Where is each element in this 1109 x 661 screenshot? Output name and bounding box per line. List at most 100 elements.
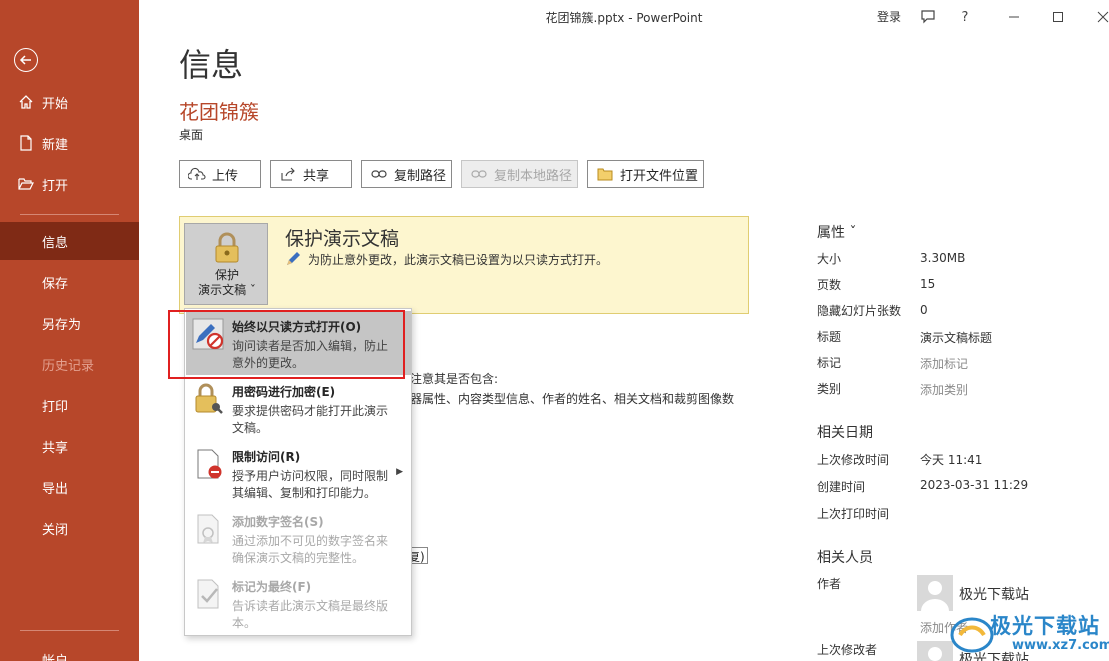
properties-heading[interactable]: 属性 ˇ — [817, 222, 856, 242]
sidebar-item-label: 历史记录 — [42, 358, 95, 374]
sidebar-item-open[interactable]: 打开 — [0, 165, 139, 203]
menu-item-desc: 文稿。 — [232, 421, 269, 435]
protect-description: 为防止意外更改，此演示文稿已设置为以只读方式打开。 — [308, 253, 609, 267]
prop-value: 0 — [920, 303, 928, 317]
menu-item-desc: 通过添加不可见的数字签名来 — [232, 534, 389, 548]
menu-item-restrict-access[interactable]: 限制访问(R) 授予用户访问权限，同时限制 其编辑、复制和打印能力。 ▶ — [186, 441, 411, 505]
avatar — [917, 575, 953, 611]
lock-icon — [215, 232, 239, 263]
sidebar-item-label: 导出 — [42, 481, 69, 497]
prop-key: 页数 — [817, 278, 842, 292]
share-icon — [279, 166, 297, 182]
file-location: 桌面 — [179, 128, 204, 142]
copy-local-path-label: 复制本地路径 — [494, 168, 573, 184]
edit-pen-icon — [287, 252, 300, 265]
title-bar: 花团锦簇.pptx - PowerPoint 登录 ? — [139, 0, 1109, 34]
folder-open-icon — [18, 178, 34, 190]
last-modified-by-label: 上次修改者 — [817, 643, 878, 657]
prop-title-value[interactable]: 演示文稿标题 — [920, 329, 992, 346]
highlight-annotation-box — [168, 310, 405, 379]
home-icon — [19, 95, 33, 109]
sidebar-item-save-as[interactable]: 另存为 — [0, 304, 139, 342]
author-name[interactable]: 极光下载站 — [959, 584, 1029, 604]
date-key: 创建时间 — [817, 480, 866, 494]
folder-icon — [596, 166, 614, 182]
open-file-location-button[interactable]: 打开文件位置 — [587, 160, 704, 188]
lock-key-icon — [195, 383, 223, 414]
sidebar-divider — [20, 630, 119, 631]
backstage-sidebar: 开始 新建 打开 信息 保存 另存为 历史记录 打印 共享 导出 关闭 帐户 — [0, 0, 139, 661]
upload-button[interactable]: 上传 — [179, 160, 261, 188]
prop-value: 3.30MB — [920, 251, 966, 265]
sidebar-item-label: 新建 — [42, 137, 69, 153]
sidebar-item-info[interactable]: 信息 — [0, 222, 139, 260]
help-button[interactable]: ? — [955, 7, 975, 27]
sidebar-item-home[interactable]: 开始 — [0, 83, 139, 121]
prop-key: 隐藏幻灯片张数 — [817, 304, 902, 318]
minimize-icon[interactable] — [1004, 7, 1024, 27]
copy-path-label: 复制路径 — [394, 168, 447, 184]
back-arrow-icon — [19, 55, 31, 65]
close-icon[interactable] — [1093, 7, 1109, 27]
watermark-text: 极光下载站 — [990, 614, 1100, 638]
inspect-text-line2: 器属性、内容类型信息、作者的姓名、相关文档和裁剪图像数 — [410, 392, 735, 406]
menu-item-desc: 告诉读者此演示文稿是最终版 — [232, 599, 389, 613]
upload-label: 上传 — [212, 168, 239, 184]
menu-item-desc: 其编辑、复制和打印能力。 — [232, 486, 377, 500]
maximize-icon[interactable] — [1048, 7, 1068, 27]
user-avatar-icon — [921, 581, 949, 611]
add-tag-field[interactable]: 添加标记 — [920, 355, 968, 372]
prop-key: 标题 — [817, 330, 842, 344]
protect-presentation-button[interactable]: 保护 演示文稿 ˇ — [184, 223, 268, 305]
menu-item-encrypt-with-password[interactable]: 用密码进行加密(E) 要求提供密码才能打开此演示 文稿。 — [186, 376, 411, 440]
feedback-icon[interactable] — [918, 7, 938, 27]
menu-item-add-digital-signature[interactable]: 添加数字签名(S) 通过添加不可见的数字签名来 确保演示文稿的完整性。 — [186, 506, 411, 570]
cloud-upload-icon — [188, 166, 206, 182]
menu-item-mark-as-final[interactable]: 标记为最终(F) 告诉读者此演示文稿是最终版 本。 — [186, 571, 411, 635]
page-title: 信息 — [179, 46, 244, 84]
share-button[interactable]: 共享 — [270, 160, 352, 188]
date-value: 今天 11:41 — [920, 453, 983, 467]
related-people-heading: 相关人员 — [817, 550, 873, 566]
sidebar-item-label: 共享 — [42, 440, 69, 456]
sidebar-item-label: 开始 — [42, 96, 69, 112]
sidebar-item-label: 打印 — [42, 399, 69, 415]
sidebar-item-new[interactable]: 新建 — [0, 124, 139, 162]
menu-item-desc: 确保演示文稿的完整性。 — [232, 551, 365, 565]
sidebar-item-save[interactable]: 保存 — [0, 263, 139, 301]
submenu-arrow-icon: ▶ — [396, 467, 403, 477]
menu-item-title: 用密码进行加密(E) — [232, 385, 336, 399]
menu-item-desc: 要求提供密码才能打开此演示 — [232, 404, 389, 418]
date-key: 上次打印时间 — [817, 507, 890, 521]
login-link[interactable]: 登录 — [877, 8, 901, 25]
sidebar-item-share[interactable]: 共享 — [0, 427, 139, 465]
copy-local-path-button[interactable]: 复制本地路径 — [461, 160, 578, 188]
sidebar-item-print[interactable]: 打印 — [0, 386, 139, 424]
inspect-text-line1: 注意其是否包含: — [410, 372, 499, 386]
add-category-field[interactable]: 添加类别 — [920, 381, 968, 398]
protect-button-label-line2: 演示文稿 ˇ — [198, 283, 256, 297]
menu-item-title: 添加数字签名(S) — [232, 515, 324, 529]
prop-key: 标记 — [817, 356, 842, 370]
date-key: 上次修改时间 — [817, 453, 890, 467]
protect-heading: 保护演示文稿 — [285, 228, 400, 250]
related-dates-heading: 相关日期 — [817, 425, 873, 441]
sidebar-item-label: 另存为 — [42, 317, 82, 333]
sidebar-item-label: 信息 — [42, 235, 69, 251]
copy-path-button[interactable]: 复制路径 — [361, 160, 452, 188]
file-name: 花团锦簇 — [179, 100, 259, 124]
prop-value: 15 — [920, 277, 936, 291]
watermark-url: www.xz7.com — [1012, 638, 1109, 653]
restrict-document-icon — [197, 449, 222, 479]
user-avatar-icon — [928, 647, 942, 661]
author-label: 作者 — [817, 577, 842, 591]
sidebar-item-account[interactable]: 帐户 — [0, 640, 139, 661]
sidebar-item-export[interactable]: 导出 — [0, 468, 139, 506]
back-button[interactable] — [14, 48, 38, 72]
sidebar-item-history[interactable]: 历史记录 — [0, 345, 139, 383]
sidebar-item-close[interactable]: 关闭 — [0, 509, 139, 547]
date-value: 2023-03-31 11:29 — [920, 478, 1029, 492]
avatar — [917, 641, 953, 661]
digital-signature-icon — [197, 514, 219, 544]
mark-final-icon — [197, 579, 219, 609]
